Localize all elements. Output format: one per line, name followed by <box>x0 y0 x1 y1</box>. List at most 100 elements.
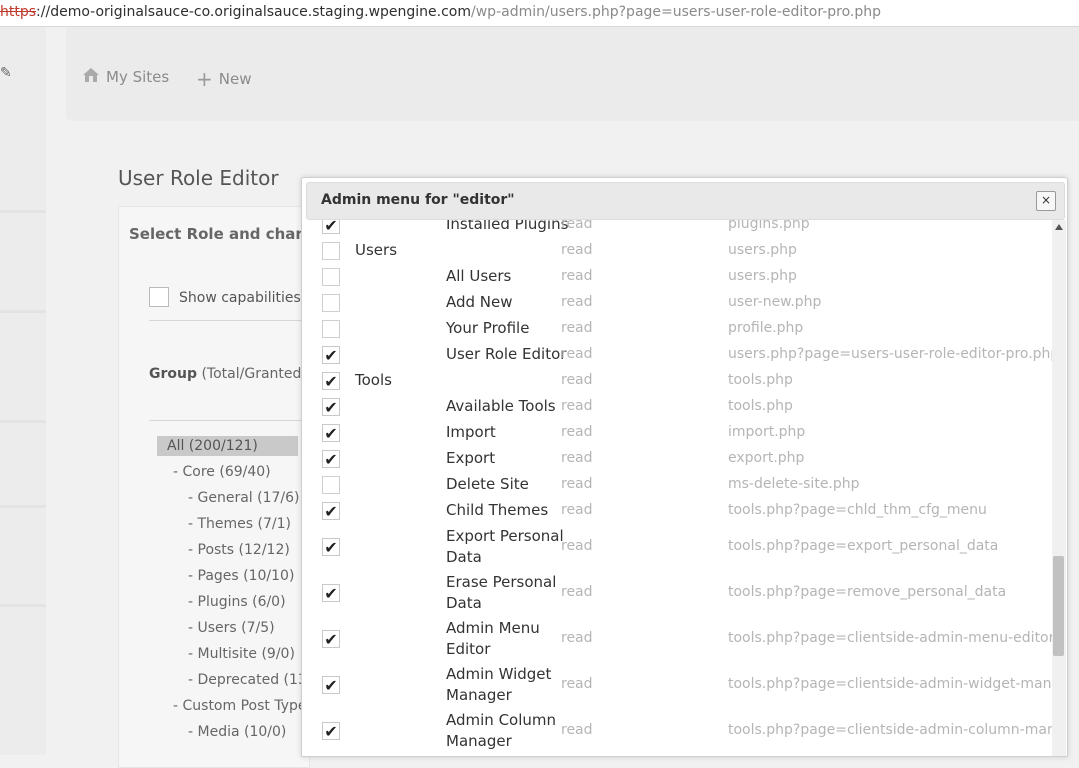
menu-item-label: Add New <box>446 293 513 311</box>
menu-item-url: profile.php <box>728 320 804 336</box>
menu-item-row: All Users read users.php <box>302 264 1052 290</box>
dialog-scrollbar[interactable] <box>1052 220 1066 756</box>
menu-item-url: tools.php?page=clientside-admin-column-m… <box>728 722 1052 738</box>
menu-item-label: Admin Menu Editor <box>446 619 540 658</box>
menu-item-checkbox[interactable]: ✔ <box>322 372 340 391</box>
menu-item-checkbox[interactable] <box>322 476 340 494</box>
url-path: /wp-admin/users.php?page=users-user-role… <box>471 4 882 20</box>
menu-item-capability: read <box>561 450 593 466</box>
menu-item-checkbox[interactable]: ✔ <box>322 584 340 603</box>
group-item-media[interactable]: - Media (10/0) <box>188 722 286 742</box>
menu-item-capability: read <box>561 346 593 362</box>
close-button[interactable]: × <box>1036 191 1056 211</box>
group-item-all[interactable]: All (200/121) <box>157 436 298 456</box>
menu-items-list: ✔ Installed Plugins read plugins.php Users re… <box>302 220 1052 756</box>
menu-item-url: tools.php?page=clientside-admin-menu-edi… <box>728 630 1052 646</box>
group-item-multisite[interactable]: - Multisite (9/0) <box>188 644 295 664</box>
url-bar[interactable]: https://demo-originalsauce-co.originalsa… <box>0 0 1079 27</box>
menu-item-checkbox[interactable]: ✔ <box>322 346 340 365</box>
divider <box>149 420 309 421</box>
menu-item-row: Your Profile read profile.php <box>302 316 1052 342</box>
menu-item-url: tools.php?page=export_personal_data <box>728 538 999 554</box>
menu-item-row: Users read users.php <box>302 238 1052 264</box>
checkmark-icon: ✔ <box>324 502 338 521</box>
menu-item-url: tools.php?page=remove_personal_data <box>728 584 1007 600</box>
group-heading: Group (Total/Granted) <box>149 366 307 382</box>
checkmark-icon: ✔ <box>324 538 338 557</box>
checkmark-icon: ✔ <box>324 676 338 695</box>
plus-icon: + <box>196 67 213 91</box>
menu-item-url: tools.php?page=clientside-admin-widget-m… <box>728 676 1052 692</box>
menu-item-label: Admin Column Manager <box>446 711 557 750</box>
checkmark-icon: ✔ <box>324 630 338 649</box>
admin-sidebar: ✎ <box>0 27 46 755</box>
menu-item-checkbox[interactable] <box>322 294 340 312</box>
group-item-users[interactable]: - Users (7/5) <box>188 618 275 638</box>
menu-item-checkbox[interactable] <box>322 268 340 286</box>
menu-item-checkbox[interactable]: ✔ <box>322 630 340 649</box>
menu-item-checkbox[interactable]: ✔ <box>322 722 340 741</box>
menu-item-url: plugins.php <box>728 220 810 232</box>
url-separator: :// <box>36 4 51 20</box>
menu-item-row: ✔ User Role Editor read users.php?page=user… <box>302 342 1052 368</box>
sidebar-divider <box>0 210 46 213</box>
scroll-thumb[interactable] <box>1053 556 1064 656</box>
menu-item-checkbox[interactable]: ✔ <box>322 450 340 469</box>
menu-item-capability: read <box>561 268 593 284</box>
close-icon: × <box>1040 193 1052 207</box>
menu-item-row: ✔ Available Tools read tools.php <box>302 394 1052 420</box>
menu-item-label: Users <box>355 241 398 259</box>
group-item-deprecated[interactable]: - Deprecated (13 <box>188 670 307 690</box>
menu-item-capability: read <box>561 294 593 310</box>
menu-item-label: Delete Site <box>446 475 529 493</box>
menu-item-label: Installed Plugins <box>446 220 569 233</box>
menu-item-row: ✔ Child Themes read tools.php?page=chld_thm… <box>302 498 1052 524</box>
menu-item-checkbox[interactable]: ✔ <box>322 424 340 443</box>
menu-item-url: users.php?page=users-user-role-editor-pr… <box>728 346 1052 362</box>
menu-item-checkbox[interactable] <box>322 242 340 260</box>
menu-item-label: Your Profile <box>446 319 530 337</box>
group-item-plugins[interactable]: - Plugins (6/0) <box>188 592 286 612</box>
menu-item-row: ✔ Admin Menu Editor read tools.php?page=cli… <box>302 616 1052 662</box>
group-item-core[interactable]: - Core (69/40) <box>173 462 271 482</box>
my-sites-link[interactable]: My Sites <box>82 67 169 87</box>
group-item-custom-post-types[interactable]: - Custom Post Type <box>173 696 307 716</box>
group-item-pages[interactable]: - Pages (10/10) <box>188 566 294 586</box>
group-item-themes[interactable]: - Themes (7/1) <box>188 514 291 534</box>
menu-item-checkbox[interactable]: ✔ <box>322 220 340 235</box>
menu-item-row: Add New read user-new.php <box>302 290 1052 316</box>
menu-item-checkbox[interactable]: ✔ <box>322 676 340 695</box>
checkmark-icon: ✔ <box>324 722 338 741</box>
menu-item-url: export.php <box>728 450 805 466</box>
admin-menu-dialog: Admin menu for "editor" × ✔ Installed Plu… <box>301 177 1068 757</box>
divider <box>149 320 309 321</box>
sidebar-divider <box>0 505 46 508</box>
group-item-general[interactable]: - General (17/6) <box>188 488 300 508</box>
menu-item-capability: read <box>561 502 593 518</box>
page-title: User Role Editor <box>118 166 279 190</box>
sidebar-divider <box>0 604 46 607</box>
show-capabilities-label: Show capabilities i <box>179 290 310 306</box>
menu-item-url: tools.php?page=chld_thm_cfg_menu <box>728 502 987 518</box>
menu-item-label: User Role Editor <box>446 345 567 363</box>
group-label: Group <box>149 366 198 382</box>
menu-item-checkbox[interactable]: ✔ <box>322 538 340 557</box>
url-scheme: https <box>0 4 37 20</box>
menu-item-checkbox[interactable]: ✔ <box>322 398 340 417</box>
new-content-link[interactable]: + New <box>196 67 251 91</box>
menu-item-capability: read <box>561 584 593 600</box>
sites-icon <box>82 67 100 87</box>
menu-item-checkbox[interactable] <box>322 320 340 338</box>
new-label: New <box>218 70 252 88</box>
group-item-posts[interactable]: - Posts (12/12) <box>188 540 290 560</box>
show-capabilities-checkbox[interactable] <box>149 287 169 307</box>
checkmark-icon: ✔ <box>324 584 338 603</box>
menu-item-capability: read <box>561 220 593 232</box>
menu-item-checkbox[interactable]: ✔ <box>322 502 340 521</box>
menu-item-label: Import <box>446 423 496 441</box>
menu-item-label: Admin Widget Manager <box>446 665 552 704</box>
menu-item-row: ✔ Erase Personal Data read tools.php?page=r… <box>302 570 1052 616</box>
menu-item-row: ✔ Tools read tools.php <box>302 368 1052 394</box>
scroll-up-icon[interactable] <box>1055 224 1063 230</box>
brush-icon[interactable]: ✎ <box>0 65 12 81</box>
